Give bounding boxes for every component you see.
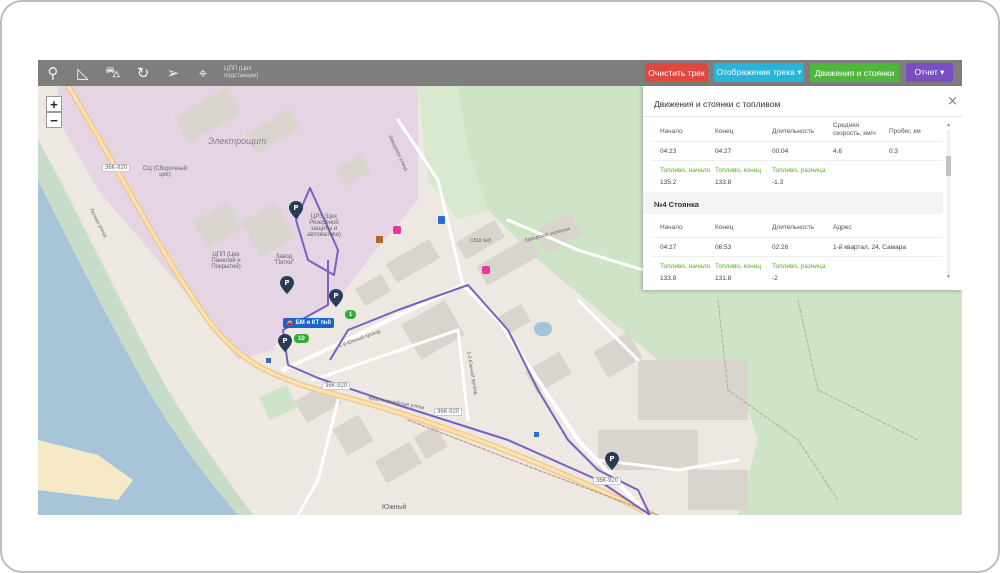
parking-marker[interactable]: P [605, 452, 619, 470]
movement-fuel-header: Топливо, начало [660, 167, 711, 174]
movement-fuel-cell: 133.8 [715, 179, 732, 186]
stop-cell: 02:26 [772, 244, 789, 251]
stop-fuel-header: Топливо, разница [772, 263, 826, 270]
stop-header: Длительность [772, 224, 815, 231]
top-toolbar: ⚲ ◺ ⛍ ↻ ➢ ⌖ ЦПП (Цех подстанции) Очистит… [38, 60, 962, 86]
map-label-sborochny: СЦ (Сборочный цех) [142, 166, 188, 178]
parking-marker[interactable]: P [329, 289, 343, 307]
navigation-arrow-icon[interactable]: ➢ [158, 60, 188, 86]
panel-title: Движения и стоянки с топливом [654, 99, 781, 109]
map-label-road: 36К-920 [434, 408, 463, 416]
row-divider [651, 237, 943, 238]
panel-divider [643, 116, 962, 117]
stop-fuel-cell: -2 [772, 275, 778, 282]
map-label-tsrz: ЦРЗ (Цех Резервной защиты и автоматики) [307, 214, 341, 238]
stop-section-title: №4 Стоянка [654, 200, 699, 209]
scroll-up-icon[interactable]: ▲ [945, 122, 952, 128]
svg-text:P: P [333, 292, 338, 300]
movement-header: Длительность [772, 128, 815, 135]
movement-fuel-header: Топливо, конец [715, 167, 762, 174]
movement-fuel-header: Топливо, разница [772, 167, 826, 174]
track-badge[interactable]: 1 [345, 310, 357, 319]
movement-header: Пробег, км [889, 128, 921, 135]
svg-text:P: P [609, 455, 614, 463]
movement-cell: 04:23 [660, 148, 677, 155]
crosshair-off-icon[interactable]: ⌖ [188, 60, 218, 86]
map-label-sbsh: СБШ №8 [470, 238, 492, 244]
zoom-out-button[interactable]: − [46, 112, 62, 128]
svg-text:P: P [282, 337, 287, 345]
movement-header: Конец [715, 128, 734, 135]
refresh-icon[interactable]: ↻ [128, 60, 158, 86]
stop-header: Адрес [833, 224, 852, 231]
movement-fuel-cell: 135.2 [660, 179, 677, 186]
clear-track-button[interactable]: Очистить трек [645, 63, 708, 82]
poi-school-icon [376, 236, 383, 243]
map-label-zavod: Завод "Пятки" [273, 254, 295, 266]
row-divider [651, 141, 943, 142]
stop-fuel-header: Топливо, начало [660, 263, 711, 270]
row-divider [651, 160, 943, 161]
scrollbar-track[interactable] [947, 130, 950, 274]
map-pin-icon[interactable]: ⚲ [38, 60, 68, 86]
movement-fuel-cell: -1.3 [772, 179, 784, 186]
movement-cell: 4.6 [833, 148, 843, 155]
moves-and-stops-button[interactable]: Движения и стоянки [810, 63, 899, 82]
map-label-yuzhny: Южный [382, 504, 407, 511]
scroll-down-icon[interactable]: ▼ [945, 274, 952, 280]
track-display-button[interactable]: Отображение трека ▾ [714, 63, 804, 82]
movement-cell: 04:27 [715, 148, 732, 155]
zoom-in-button[interactable]: + [46, 96, 62, 112]
poi-stop-icon [266, 358, 271, 363]
parking-marker[interactable]: P [289, 201, 303, 219]
poi-bus-icon [438, 216, 445, 224]
movement-header: Средняя скорость, км/ч [833, 122, 876, 137]
svg-text:P: P [284, 279, 289, 287]
map-label-road: 36К-920 [102, 164, 131, 172]
stop-cell: 06:53 [715, 244, 732, 251]
panel-scrollbar[interactable]: ▲ ▼ [945, 122, 952, 282]
movement-header: Начало [660, 128, 683, 135]
stop-fuel-cell: 133.8 [660, 275, 677, 282]
row-divider [651, 256, 943, 257]
parking-marker[interactable]: P [278, 334, 292, 352]
tracking-app: Электрощит 36К-920 36К-920 36К-920 36К-9… [38, 60, 962, 515]
ruler-triangle-icon[interactable]: ◺ [68, 60, 98, 86]
close-icon[interactable]: × [947, 94, 958, 109]
track-badge[interactable]: 10 [294, 334, 309, 343]
scrollbar-thumb[interactable] [946, 156, 951, 176]
movement-cell: 0.3 [889, 148, 899, 155]
car-icon: 🚘 [286, 319, 294, 327]
stop-cell: 1-й квартал, 24, Самара [833, 244, 906, 251]
stop-header: Начало [660, 224, 683, 231]
pond [534, 322, 552, 336]
movement-cell: 00:04 [772, 148, 789, 155]
toolbar-caption: ЦПП (Цех подстанции) [224, 66, 259, 79]
map-label-tspp: ЦПП (Цех Панелей и Покрытий) [211, 252, 241, 270]
vehicle-name: БМ и КТ №0 [295, 320, 331, 326]
poi-pharmacy-icon [482, 266, 490, 274]
poi-hospital-icon [534, 432, 539, 437]
moves-stops-panel: Движения и стоянки с топливом × Начало К… [643, 86, 962, 290]
report-button[interactable]: Отчет ▾ [906, 63, 953, 82]
parking-marker[interactable]: P [280, 276, 294, 294]
vehicle-label[interactable]: 🚘 БМ и КТ №0 [283, 318, 334, 328]
stop-fuel-cell: 131.8 [715, 275, 732, 282]
map-label-elektroshchit: Электрощит [208, 136, 267, 146]
poi-shop-icon [393, 226, 401, 234]
stop-header: Конец [715, 224, 734, 231]
stop-fuel-header: Топливо, конец [715, 263, 762, 270]
map-label-road: 36К-920 [322, 382, 351, 390]
car-icon[interactable]: ⛍ [98, 60, 128, 86]
svg-text:P: P [293, 204, 298, 212]
map-label-road: 36К-920 [593, 477, 622, 485]
stop-cell: 04:27 [660, 244, 677, 251]
